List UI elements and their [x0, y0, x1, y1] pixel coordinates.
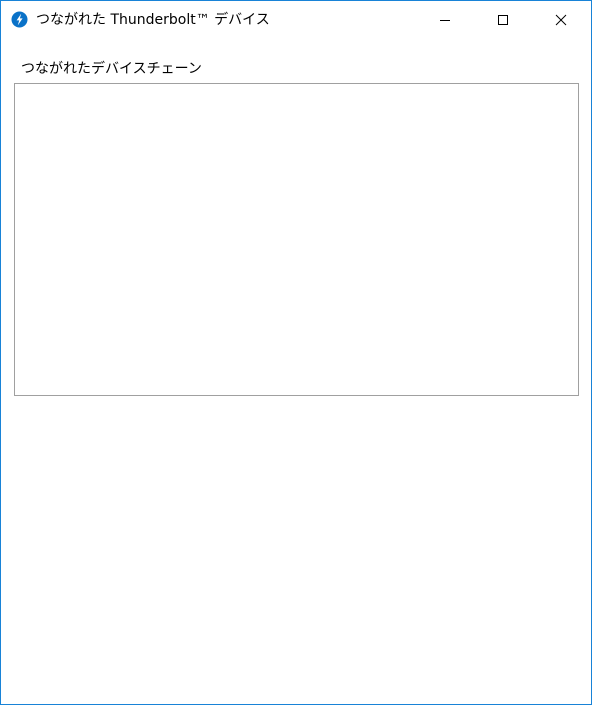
maximize-button[interactable] — [474, 1, 532, 39]
app-window: つながれた Thunderbolt™ デバイス つながれたデバイスチェーン — [0, 0, 592, 705]
close-button[interactable] — [532, 1, 590, 39]
device-chain-tree[interactable] — [14, 83, 579, 396]
minimize-button[interactable] — [416, 1, 474, 39]
window-title: つながれた Thunderbolt™ デバイス — [36, 12, 270, 28]
maximize-icon — [498, 15, 508, 25]
close-icon — [555, 14, 567, 26]
title-bar[interactable]: つながれた Thunderbolt™ デバイス — [1, 1, 591, 39]
thunderbolt-icon — [11, 11, 28, 28]
device-chain-label: つながれたデバイスチェーン — [21, 61, 202, 77]
minimize-icon — [440, 20, 450, 21]
